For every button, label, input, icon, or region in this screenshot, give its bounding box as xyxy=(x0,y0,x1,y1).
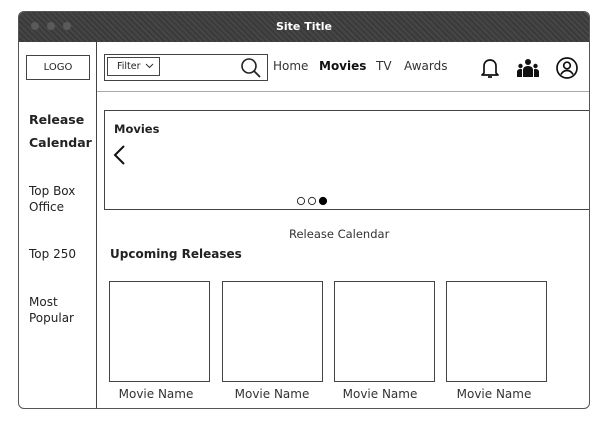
movie-name-2[interactable]: Movie Name xyxy=(217,387,327,401)
movie-name-3[interactable]: Movie Name xyxy=(325,387,435,401)
carousel-indicator xyxy=(297,196,328,206)
sidebar-item-most-popular[interactable]: Most Popular xyxy=(29,294,95,326)
filter-label: Filter xyxy=(117,61,141,72)
carousel-dot-1[interactable] xyxy=(297,196,306,206)
title-bar: Site Title xyxy=(19,12,589,42)
sidebar-item-top-250[interactable]: Top 250 xyxy=(29,246,95,262)
chevron-left-icon[interactable] xyxy=(112,144,128,166)
nav-tv[interactable]: TV xyxy=(376,59,392,73)
bell-icon[interactable] xyxy=(478,56,502,80)
search-bar[interactable]: Filter xyxy=(104,54,268,81)
chevron-down-icon xyxy=(145,63,153,69)
filter-button[interactable]: Filter xyxy=(107,57,160,76)
nav-awards[interactable]: Awards xyxy=(404,59,447,73)
nav-home[interactable]: Home xyxy=(273,59,308,73)
movie-name-1[interactable]: Movie Name xyxy=(101,387,211,401)
nav-movies[interactable]: Movies xyxy=(319,59,366,73)
movie-poster-2[interactable] xyxy=(222,281,323,382)
topbar-divider xyxy=(97,91,589,92)
hero-title: Movies xyxy=(114,122,160,136)
upcoming-releases-title: Upcoming Releases xyxy=(110,247,242,261)
sidebar-item-top-box-office[interactable]: Top Box Office xyxy=(29,183,95,215)
sidebar-divider xyxy=(96,42,97,408)
movie-poster-1[interactable] xyxy=(109,281,210,382)
movie-poster-4[interactable] xyxy=(446,281,547,382)
browser-window: Site Title LOGO Release Calendar Top Box… xyxy=(18,11,590,409)
group-icon[interactable] xyxy=(516,56,540,80)
movie-poster-3[interactable] xyxy=(334,281,435,382)
carousel-dot-2[interactable] xyxy=(307,196,317,206)
carousel-dot-3-active[interactable] xyxy=(318,196,328,206)
hero-carousel: Movies xyxy=(104,110,589,210)
sidebar-item-release-calendar[interactable]: Release Calendar xyxy=(29,108,95,154)
window-title: Site Title xyxy=(275,20,332,33)
user-icon[interactable] xyxy=(555,56,579,80)
logo[interactable]: LOGO xyxy=(26,55,90,80)
search-icon[interactable] xyxy=(240,57,262,79)
movie-name-4[interactable]: Movie Name xyxy=(439,387,549,401)
release-calendar-heading: Release Calendar xyxy=(289,227,390,241)
